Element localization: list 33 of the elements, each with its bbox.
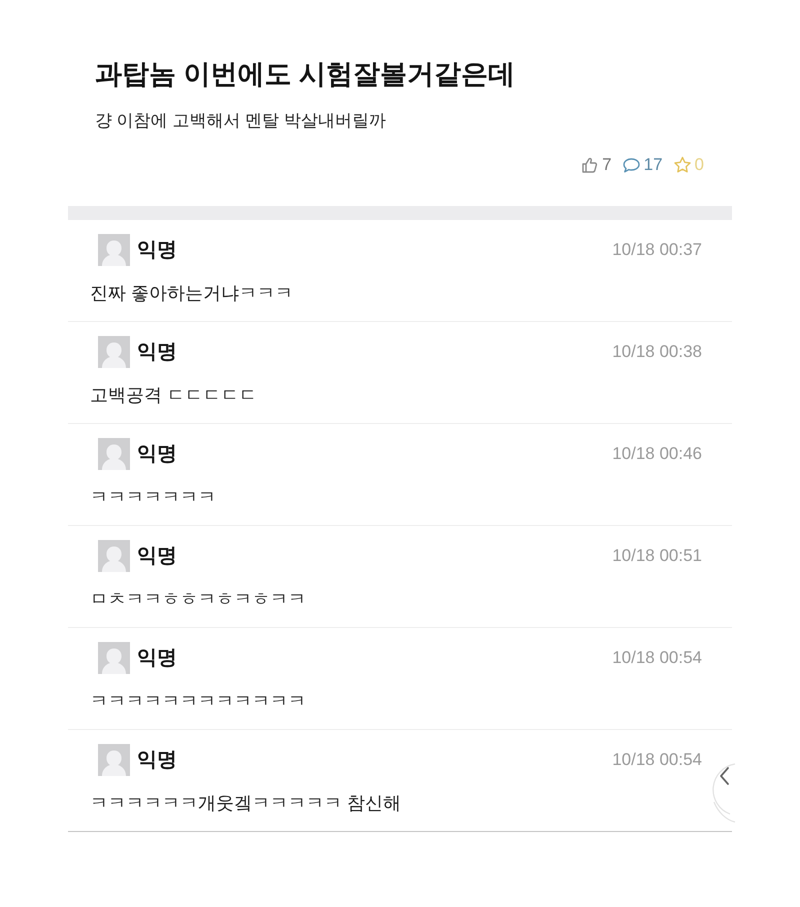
comment-time: 10/18 00:51 (612, 545, 702, 567)
comment-text: 고백공격 ㄷㄷㄷㄷㄷ (90, 384, 258, 407)
comment-author: 익명 (137, 544, 177, 569)
comment-time: 10/18 00:54 (612, 749, 702, 771)
comment-time: 10/18 00:37 (612, 239, 702, 261)
comment-author: 익명 (137, 442, 177, 467)
comment-text: ㅋㅋㅋㅋㅋㅋㅋㅋㅋㅋㅋㅋ (90, 690, 307, 713)
comment-text: 진짜 좋아하는거냐ㅋㅋㅋ (90, 282, 294, 305)
comment-author: 익명 (137, 646, 177, 671)
star-icon[interactable] (672, 156, 692, 174)
comment-text: ㅁㅊㅋㅋㅎㅎㅋㅎㅋㅎㅋㅋ (90, 588, 307, 611)
stat-count: 7 (602, 154, 612, 176)
user-avatar-icon (98, 540, 130, 572)
stat-count: 0 (694, 154, 704, 176)
user-avatar-icon (98, 642, 130, 674)
comment-author: 익명 (137, 748, 177, 773)
user-avatar-icon (98, 336, 130, 368)
comment-text: ㅋㅋㅋㅋㅋㅋㅋ (90, 486, 217, 509)
stat-count: 17 (644, 154, 663, 176)
thumbs-up-icon[interactable] (581, 156, 600, 174)
comment-time: 10/18 00:46 (612, 443, 702, 465)
user-avatar-icon (98, 744, 130, 776)
speech-bubble-icon[interactable] (622, 156, 641, 174)
user-avatar-icon (98, 234, 130, 266)
user-avatar-icon (98, 438, 130, 470)
comment-author: 익명 (137, 238, 177, 263)
post-body: 걍 이참에 고백해서 멘탈 박살내버릴까 (95, 110, 387, 132)
chevron-left-icon[interactable] (712, 762, 736, 824)
comment-text: ㅋㅋㅋㅋㅋㅋ개웃겤ㅋㅋㅋㅋㅋ 참신해 (90, 792, 402, 815)
comment-time: 10/18 00:54 (612, 647, 702, 669)
comment-author: 익명 (137, 340, 177, 365)
comment-time: 10/18 00:38 (612, 341, 702, 363)
post-title: 과탑놈 이번에도 시험잘볼거같은데 (95, 58, 516, 91)
